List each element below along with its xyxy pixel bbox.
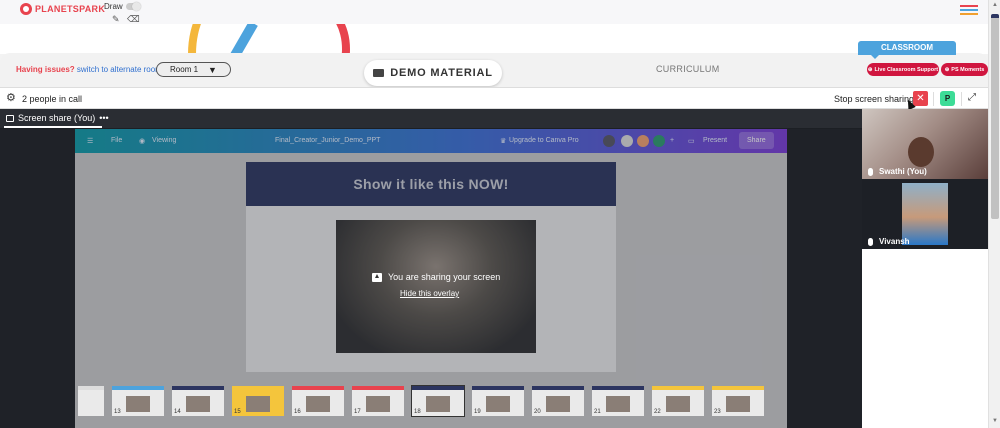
ps-moments-label: PS Moments: [951, 66, 985, 73]
participants-sidebar: Swathi (You) Vivansh: [862, 109, 988, 428]
participant-label: Swathi (You): [868, 167, 927, 176]
slide-thumbnail[interactable]: 23: [712, 386, 764, 416]
room-select-value: Room 1: [170, 65, 199, 74]
top-bar: PLANETSPARK Draw ✎ ⌫: [0, 0, 988, 24]
chevron-down-icon: ▼: [208, 64, 217, 75]
share-screen-icon: [372, 272, 382, 282]
participant-p-button[interactable]: P: [940, 91, 955, 106]
hide-overlay-link[interactable]: Hide this overlay: [400, 289, 459, 298]
slide-thumbnail[interactable]: 20: [532, 386, 584, 416]
scroll-down-icon[interactable]: ▼: [992, 418, 998, 424]
participant-face: [908, 137, 934, 167]
switch-room-link[interactable]: switch to alternate room: [77, 65, 162, 74]
draw-toggle[interactable]: [126, 2, 141, 11]
sharing-message-text: You are sharing your screen: [388, 272, 501, 282]
demo-material-label: DEMO MATERIAL: [390, 67, 493, 79]
slide-thumbnail[interactable]: 21: [592, 386, 644, 416]
scrollbar-thumb[interactable]: [991, 14, 999, 219]
scroll-up-icon[interactable]: ▲: [992, 2, 998, 8]
close-icon: ✕: [916, 93, 925, 104]
decorative-background: [0, 24, 988, 54]
plus-circle-icon: ⊕: [944, 66, 950, 73]
slide-thumbnail[interactable]: 22: [652, 386, 704, 416]
logo-icon: [20, 3, 32, 15]
stop-sharing-button[interactable]: ✕: [913, 91, 928, 106]
divider: [961, 92, 962, 106]
menu-icon[interactable]: [960, 5, 978, 15]
plus-circle-icon: ⊕: [867, 66, 873, 73]
room-select[interactable]: Room 1 ▼: [156, 62, 231, 77]
fullscreen-icon[interactable]: ⤢: [968, 92, 976, 103]
screen-share-stage: Screen share (You) ••• ☰ File ◉ Viewing …: [0, 109, 862, 428]
demo-material-button[interactable]: DEMO MATERIAL: [364, 60, 502, 86]
participant-label: Vivansh: [868, 237, 910, 246]
call-bar: ⚙ 2 people in call Stop screen sharing ✕…: [0, 87, 988, 109]
slide-thumbnail[interactable]: 19: [472, 386, 524, 416]
issue-notice: Having issues? switch to alternate room: [16, 65, 162, 74]
screen-share-tab[interactable]: Screen share (You) •••: [6, 113, 109, 123]
folder-icon: [373, 69, 385, 77]
classroom-pointer-icon: [870, 54, 880, 59]
page-scrollbar[interactable]: ▲ ▼: [988, 0, 1000, 428]
tab-underline: [4, 126, 102, 128]
ps-moments-button[interactable]: ⊕ PS Moments: [941, 63, 988, 76]
live-support-label: Live Classroom Support: [874, 66, 939, 73]
screen-share-tabbar: Screen share (You) •••: [0, 109, 862, 128]
mic-icon: [868, 167, 873, 176]
issue-text: Having issues?: [16, 65, 75, 74]
planetspark-logo[interactable]: PLANETSPARK: [20, 3, 105, 15]
draw-label: Draw: [104, 2, 123, 11]
participant-name: Vivansh: [879, 237, 910, 246]
people-count: 2 people in call: [22, 94, 83, 104]
participant-video[interactable]: Vivansh: [862, 179, 988, 249]
slide-thumbnail[interactable]: 15: [232, 386, 284, 416]
more-options-icon[interactable]: •••: [99, 113, 108, 123]
slide-thumbnail[interactable]: 13: [112, 386, 164, 416]
slide-thumbnail[interactable]: [78, 386, 104, 416]
slide-thumbnails: 13 14 15 16 17 18 19 20 21 22 23: [78, 385, 784, 418]
slide-thumbnail[interactable]: 17: [352, 386, 404, 416]
classroom-tab[interactable]: CLASSROOM: [858, 41, 956, 55]
screen-share-icon: [6, 114, 14, 122]
screen-share-tab-label: Screen share (You): [18, 113, 96, 123]
slide-thumbnail[interactable]: 16: [292, 386, 344, 416]
curriculum-tab[interactable]: CURRICULUM: [656, 64, 720, 74]
mic-icon: [868, 237, 873, 246]
decorative-arc-red: [290, 24, 350, 54]
gear-icon[interactable]: ⚙: [6, 93, 16, 104]
sharing-message: You are sharing your screen: [372, 272, 500, 282]
participant-video[interactable]: Swathi (You): [862, 109, 988, 179]
stop-screen-sharing-label[interactable]: Stop screen sharing: [834, 94, 914, 104]
slide-thumbnail-active[interactable]: 18: [411, 385, 465, 417]
slide-thumbnail[interactable]: 14: [172, 386, 224, 416]
live-support-button[interactable]: ⊕ Live Classroom Support: [867, 63, 939, 76]
logo-text: PLANETSPARK: [35, 4, 106, 14]
participant-name: Swathi (You): [879, 167, 927, 176]
divider: [933, 92, 934, 106]
participant-face: [902, 183, 948, 245]
